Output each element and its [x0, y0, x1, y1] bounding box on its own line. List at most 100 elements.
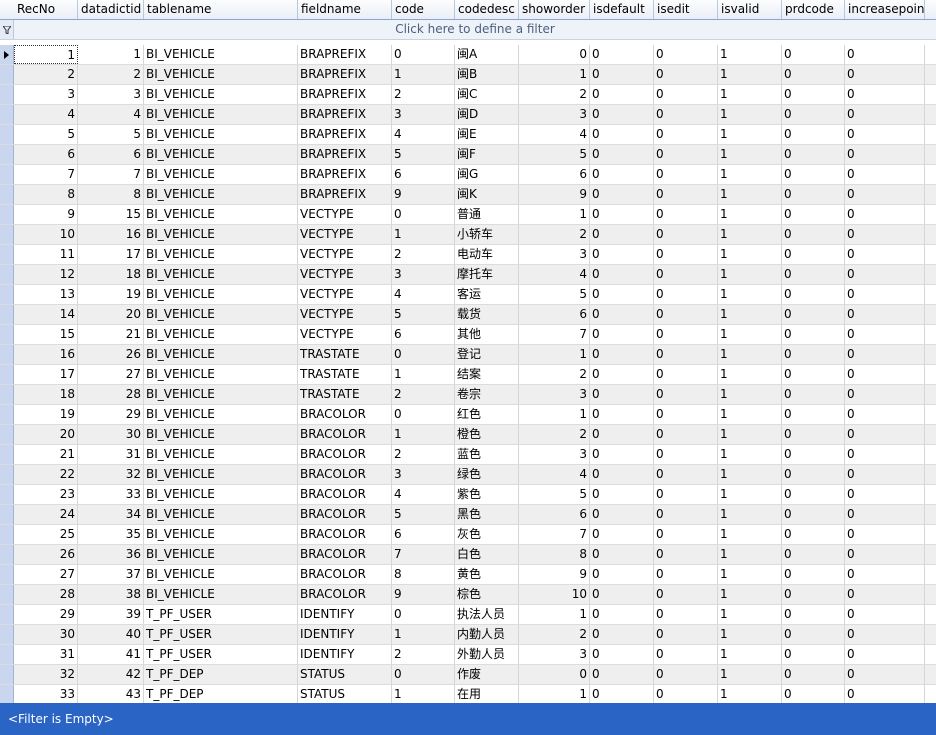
cell-isdefault[interactable]: 0 — [590, 425, 654, 444]
cell-tablename[interactable]: BI_VEHICLE — [144, 125, 298, 144]
cell-code[interactable]: 2 — [392, 245, 455, 264]
cell-isdefault[interactable]: 0 — [590, 545, 654, 564]
cell-fieldname[interactable]: BRAPREFIX — [298, 105, 392, 124]
cell-isvalid[interactable]: 1 — [718, 645, 782, 664]
cell-isvalid[interactable]: 1 — [718, 625, 782, 644]
cell-codedesc[interactable]: 载货 — [455, 305, 519, 324]
cell-increasepoint[interactable]: 0 — [845, 585, 925, 604]
cell-showorder[interactable]: 4 — [519, 265, 590, 284]
cell-code[interactable]: 4 — [392, 125, 455, 144]
cell-isedit[interactable]: 0 — [654, 385, 718, 404]
cell-increasepoint[interactable]: 0 — [845, 645, 925, 664]
cell-prdcode[interactable]: 0 — [782, 405, 845, 424]
cell-code[interactable]: 1 — [392, 425, 455, 444]
cell-tablename[interactable]: BI_VEHICLE — [144, 145, 298, 164]
cell-isdefault[interactable]: 0 — [590, 485, 654, 504]
cell-increasepoint[interactable]: 0 — [845, 185, 925, 204]
cell-showorder[interactable]: 6 — [519, 505, 590, 524]
cell-recno[interactable]: 31 — [14, 645, 78, 664]
cell-codedesc[interactable]: 闽D — [455, 105, 519, 124]
row-indicator[interactable] — [0, 205, 14, 224]
cell-fieldname[interactable]: VECTYPE — [298, 305, 392, 324]
cell-codedesc[interactable]: 执法人员 — [455, 605, 519, 624]
row-indicator[interactable] — [0, 505, 14, 524]
cell-recno[interactable]: 10 — [14, 225, 78, 244]
cell-showorder[interactable]: 1 — [519, 205, 590, 224]
cell-codedesc[interactable]: 外勤人员 — [455, 645, 519, 664]
cell-code[interactable]: 5 — [392, 145, 455, 164]
cell-fieldname[interactable]: BRACOLOR — [298, 485, 392, 504]
cell-isedit[interactable]: 0 — [654, 425, 718, 444]
cell-isdefault[interactable]: 0 — [590, 165, 654, 184]
cell-isedit[interactable]: 0 — [654, 245, 718, 264]
cell-fieldname[interactable]: BRAPREFIX — [298, 45, 392, 64]
cell-datadictid[interactable]: 37 — [78, 565, 144, 584]
cell-showorder[interactable]: 1 — [519, 605, 590, 624]
row-indicator[interactable] — [0, 665, 14, 684]
cell-isedit[interactable]: 0 — [654, 105, 718, 124]
cell-isvalid[interactable]: 1 — [718, 485, 782, 504]
cell-prdcode[interactable]: 0 — [782, 505, 845, 524]
cell-fieldname[interactable]: STATUS — [298, 685, 392, 703]
cell-increasepoint[interactable]: 0 — [845, 165, 925, 184]
cell-isvalid[interactable]: 1 — [718, 205, 782, 224]
cell-recno[interactable]: 1 — [14, 45, 78, 64]
table-row[interactable]: 9 15 BI_VEHICLE VECTYPE 0 普通 1 0 0 1 0 0 — [0, 205, 936, 225]
cell-fieldname[interactable]: TRASTATE — [298, 345, 392, 364]
row-indicator[interactable] — [0, 65, 14, 84]
cell-fieldname[interactable]: BRAPREFIX — [298, 145, 392, 164]
cell-increasepoint[interactable]: 0 — [845, 265, 925, 284]
table-row[interactable]: 16 26 BI_VEHICLE TRASTATE 0 登记 1 0 0 1 0 0 — [0, 345, 936, 365]
cell-recno[interactable]: 12 — [14, 265, 78, 284]
cell-showorder[interactable]: 7 — [519, 325, 590, 344]
cell-tablename[interactable]: T_PF_DEP — [144, 685, 298, 703]
table-row[interactable]: 17 27 BI_VEHICLE TRASTATE 1 结案 2 0 0 1 0 0 — [0, 365, 936, 385]
cell-recno[interactable]: 30 — [14, 625, 78, 644]
row-indicator[interactable] — [0, 625, 14, 644]
filter-row[interactable]: Click here to define a filter — [0, 20, 936, 40]
cell-isvalid[interactable]: 1 — [718, 105, 782, 124]
table-row[interactable]: 19 29 BI_VEHICLE BRACOLOR 0 红色 1 0 0 1 0 0 — [0, 405, 936, 425]
cell-increasepoint[interactable]: 0 — [845, 485, 925, 504]
cell-fieldname[interactable]: BRACOLOR — [298, 525, 392, 544]
cell-recno[interactable]: 24 — [14, 505, 78, 524]
cell-codedesc[interactable]: 黑色 — [455, 505, 519, 524]
cell-codedesc[interactable]: 紫色 — [455, 485, 519, 504]
cell-tablename[interactable]: BI_VEHICLE — [144, 85, 298, 104]
table-row[interactable]: 28 38 BI_VEHICLE BRACOLOR 9 棕色 10 0 0 1 0 0 — [0, 585, 936, 605]
cell-codedesc[interactable]: 蓝色 — [455, 445, 519, 464]
cell-prdcode[interactable]: 0 — [782, 385, 845, 404]
cell-tablename[interactable]: BI_VEHICLE — [144, 585, 298, 604]
cell-code[interactable]: 0 — [392, 45, 455, 64]
row-indicator[interactable] — [0, 545, 14, 564]
cell-codedesc[interactable]: 闽C — [455, 85, 519, 104]
cell-isvalid[interactable]: 1 — [718, 385, 782, 404]
cell-codedesc[interactable]: 灰色 — [455, 525, 519, 544]
table-row[interactable]: 1 1 BI_VEHICLE BRAPREFIX 0 闽A 0 0 0 1 0 0 — [0, 45, 936, 65]
table-row[interactable]: 23 33 BI_VEHICLE BRACOLOR 4 紫色 5 0 0 1 0 0 — [0, 485, 936, 505]
cell-datadictid[interactable]: 15 — [78, 205, 144, 224]
cell-increasepoint[interactable]: 0 — [845, 605, 925, 624]
cell-codedesc[interactable]: 闽F — [455, 145, 519, 164]
cell-datadictid[interactable]: 6 — [78, 145, 144, 164]
table-row[interactable]: 31 41 T_PF_USER IDENTIFY 2 外勤人员 3 0 0 1 0 0 — [0, 645, 936, 665]
data-grid[interactable]: RecNo datadictid tablename fieldname code cod… — [0, 0, 936, 703]
cell-showorder[interactable]: 1 — [519, 345, 590, 364]
table-row[interactable]: 21 31 BI_VEHICLE BRACOLOR 2 蓝色 3 0 0 1 0 0 — [0, 445, 936, 465]
cell-code[interactable]: 1 — [392, 65, 455, 84]
cell-code[interactable]: 1 — [392, 625, 455, 644]
cell-datadictid[interactable]: 21 — [78, 325, 144, 344]
cell-datadictid[interactable]: 43 — [78, 685, 144, 703]
cell-isvalid[interactable]: 1 — [718, 665, 782, 684]
cell-isdefault[interactable]: 0 — [590, 405, 654, 424]
cell-isdefault[interactable]: 0 — [590, 365, 654, 384]
cell-codedesc[interactable]: 闽G — [455, 165, 519, 184]
cell-datadictid[interactable]: 29 — [78, 405, 144, 424]
cell-code[interactable]: 6 — [392, 525, 455, 544]
cell-codedesc[interactable]: 在用 — [455, 685, 519, 703]
cell-increasepoint[interactable]: 0 — [845, 205, 925, 224]
cell-prdcode[interactable]: 0 — [782, 245, 845, 264]
table-row[interactable]: 26 36 BI_VEHICLE BRACOLOR 7 白色 8 0 0 1 0 0 — [0, 545, 936, 565]
cell-recno[interactable]: 11 — [14, 245, 78, 264]
table-row[interactable]: 30 40 T_PF_USER IDENTIFY 1 内勤人员 2 0 0 1 0 0 — [0, 625, 936, 645]
